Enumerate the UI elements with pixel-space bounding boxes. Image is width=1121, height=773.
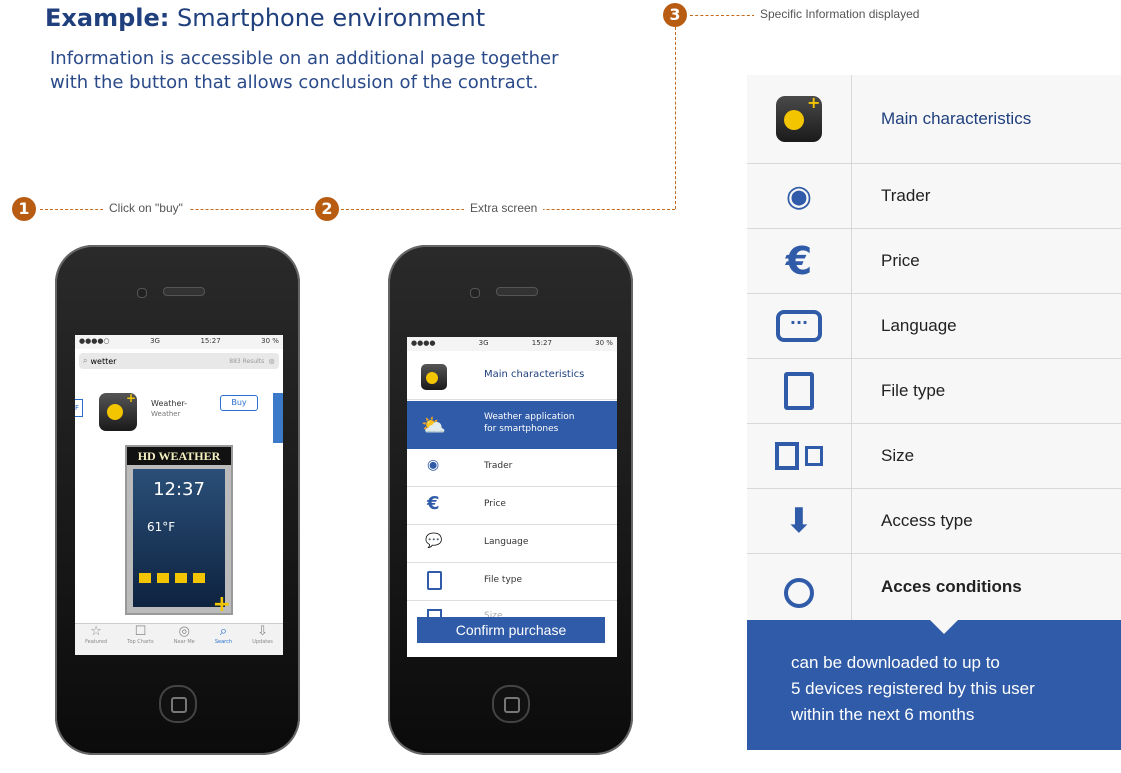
trader-pin-icon: ◉ <box>785 178 813 214</box>
tab-search[interactable]: ⌕ Search <box>215 624 232 655</box>
phone-2: ●●●● 3G 15:27 30 % Main characteristics ⛅ W… <box>388 245 633 755</box>
list-item[interactable]: € Price <box>407 487 617 525</box>
panel-row-access-type: ⬇ Access type <box>747 489 1121 554</box>
list-item[interactable]: File type <box>407 563 617 601</box>
panel-row-access-conditions: Acces conditions <box>747 554 1121 621</box>
trader-pin-icon: ◉ <box>427 457 440 473</box>
step-1-label: Click on "buy" <box>103 201 189 215</box>
speaker <box>496 287 538 296</box>
tab-top-charts[interactable]: ☐ Top Charts <box>127 624 153 655</box>
main-characteristics-row: Main characteristics <box>407 351 617 400</box>
download-icon: ⬇ <box>784 501 814 541</box>
step-1-badge: 1 <box>12 197 36 221</box>
home-button[interactable] <box>159 685 197 723</box>
tab-featured[interactable]: ☆ Featured <box>85 624 107 655</box>
file-icon <box>427 571 442 590</box>
step-2-badge: 2 <box>315 197 339 221</box>
next-card-edge <box>273 393 283 443</box>
panel-row-price: € Price <box>747 229 1121 294</box>
status-bar: ●●●● 3G 15:27 30 % <box>407 337 617 351</box>
step-3-line <box>690 15 755 16</box>
page-title: Example: Smartphone environment <box>45 4 486 32</box>
euro-icon: € <box>427 493 440 514</box>
description-highlight: ⛅ Weather application for smartphones <box>407 401 617 449</box>
phone-2-screen: ●●●● 3G 15:27 30 % Main characteristics ⛅ W… <box>407 337 617 657</box>
prev-card-edge: F <box>75 399 83 417</box>
hd-weather-screenshot: HD WEATHER 12:37 61°F + <box>125 445 233 617</box>
size-icon <box>775 442 799 470</box>
app-name: Weather- <box>151 399 188 408</box>
camera <box>470 288 480 298</box>
step-3-connector <box>675 27 676 209</box>
search-input[interactable]: ⌕ wetter 883 Results ⊗ <box>79 353 279 369</box>
home-button[interactable] <box>492 685 530 723</box>
camera <box>137 288 147 298</box>
clear-icon[interactable]: ⊗ <box>268 357 275 366</box>
app-icon: + <box>776 93 822 142</box>
step-2-label: Extra screen <box>464 201 544 215</box>
tab-updates[interactable]: ⇩ Updates <box>252 624 273 655</box>
speaker <box>163 287 205 296</box>
panel-row-file-type: File type <box>747 359 1121 424</box>
tab-near-me[interactable]: ◎ Near Me <box>174 624 195 655</box>
pointer-arrow <box>930 620 958 634</box>
characteristics-list: ◉ Trader € Price 💬 Language File type Size <box>407 449 617 638</box>
list-item[interactable]: 💬 Language <box>407 525 617 563</box>
file-icon <box>784 372 814 410</box>
weather-icon: ⛅ <box>421 413 446 437</box>
panel-row-language: ··· Language <box>747 294 1121 359</box>
app-icon <box>421 364 447 390</box>
panel-row-main-characteristics: + Main characteristics <box>747 75 1121 164</box>
tab-bar: ☆ Featured ☐ Top Charts ◎ Near Me ⌕ Search ⇩… <box>75 623 283 655</box>
status-bar: ●●●●○ 3G 15:27 30 % <box>75 335 283 349</box>
step-3-label: Specific Information displayed <box>754 7 926 21</box>
list-item[interactable]: ◉ Trader <box>407 449 617 487</box>
panel-row-size: Size <box>747 424 1121 489</box>
plus-icon: + <box>212 592 231 617</box>
intro-text: Information is accessible on an addition… <box>50 48 559 93</box>
step-3-badge: 3 <box>663 3 687 27</box>
phone-1-screen: ●●●●○ 3G 15:27 30 % ⌕ wetter 883 Results ⊗ … <box>75 335 283 655</box>
weather-app-icon[interactable]: + <box>99 391 137 431</box>
lock-icon <box>784 578 814 608</box>
confirm-purchase-button[interactable]: Confirm purchase <box>417 617 605 643</box>
speech-bubble-icon: 💬 <box>425 533 443 549</box>
euro-icon: € <box>785 239 813 283</box>
panel-row-trader: ◉ Trader <box>747 164 1121 229</box>
phone-1: ●●●●○ 3G 15:27 30 % ⌕ wetter 883 Results ⊗ … <box>55 245 300 755</box>
access-conditions-info: can be downloaded to up to 5 devices reg… <box>747 620 1121 750</box>
speech-bubble-icon: ··· <box>776 310 822 342</box>
search-icon: ⌕ <box>83 356 88 365</box>
buy-button[interactable]: Buy <box>220 395 258 411</box>
app-subtitle: Weather <box>151 410 181 418</box>
